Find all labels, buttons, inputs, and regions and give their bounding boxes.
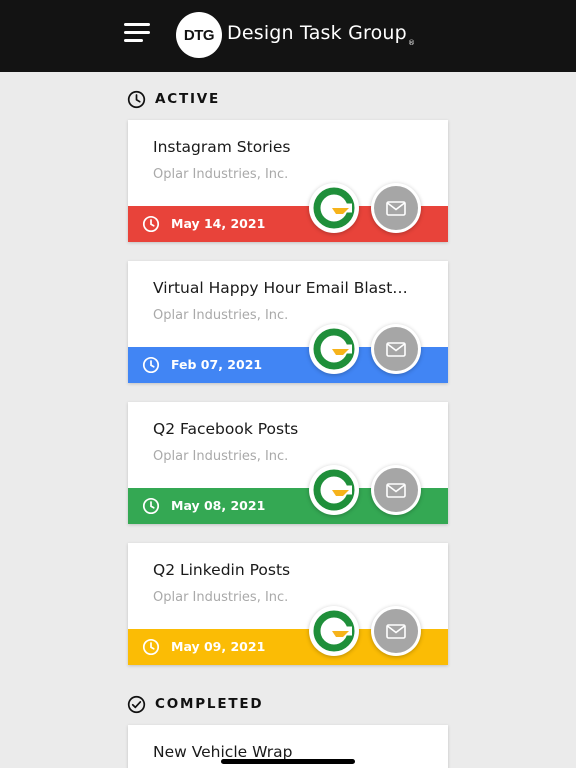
section-title: COMPLETED [155, 696, 264, 712]
due-date: May 09, 2021 [171, 639, 266, 654]
check-circle-icon [127, 695, 146, 713]
brand-logo: DTG [176, 12, 222, 58]
mail-icon [386, 200, 406, 216]
task-title: Q2 Facebook Posts [153, 420, 299, 438]
task-company: Oplar Industries, Inc. [153, 449, 289, 464]
mail-icon [386, 623, 406, 639]
task-title: Q2 Linkedin Posts [153, 561, 291, 579]
mail-button[interactable] [371, 324, 421, 374]
task-title: Virtual Happy Hour Email Blast… [153, 279, 408, 297]
mail-icon [386, 482, 406, 498]
client-logo-icon [309, 606, 359, 656]
task-company: Oplar Industries, Inc. [153, 167, 289, 182]
due-date: May 14, 2021 [171, 216, 266, 231]
brand-name: Design Task Group® [227, 22, 415, 47]
task-company: Oplar Industries, Inc. [153, 308, 289, 323]
clock-icon [142, 215, 160, 233]
task-company: Oplar Industries, Inc. [153, 590, 289, 605]
mail-button[interactable] [371, 606, 421, 656]
task-card[interactable]: Q2 Facebook Posts Oplar Industries, Inc.… [128, 402, 448, 524]
registered-mark: ® [407, 39, 416, 47]
home-indicator[interactable] [221, 759, 355, 764]
mail-icon [386, 341, 406, 357]
client-logo-icon [309, 465, 359, 515]
client-logo-icon [309, 183, 359, 233]
clock-icon [142, 356, 160, 374]
task-card[interactable]: Virtual Happy Hour Email Blast… Oplar In… [128, 261, 448, 383]
clock-icon [142, 638, 160, 656]
logo-text: DTG [183, 26, 215, 44]
mail-button[interactable] [371, 465, 421, 515]
top-bar: DTG Design Task Group® [0, 0, 576, 72]
clock-icon [127, 90, 146, 108]
clock-icon [142, 497, 160, 515]
brand-name-text: Design Task Group [227, 22, 407, 44]
section-header-completed: COMPLETED [127, 694, 263, 714]
due-date: May 08, 2021 [171, 498, 266, 513]
section-title: ACTIVE [155, 91, 221, 107]
hamburger-menu-icon[interactable] [124, 23, 150, 43]
task-card[interactable]: Instagram Stories Oplar Industries, Inc.… [128, 120, 448, 242]
due-date: Feb 07, 2021 [171, 357, 263, 372]
task-title: Instagram Stories [153, 138, 291, 156]
mail-button[interactable] [371, 183, 421, 233]
task-card[interactable]: Q2 Linkedin Posts Oplar Industries, Inc.… [128, 543, 448, 665]
section-header-active: ACTIVE [127, 89, 220, 109]
client-logo-icon [309, 324, 359, 374]
